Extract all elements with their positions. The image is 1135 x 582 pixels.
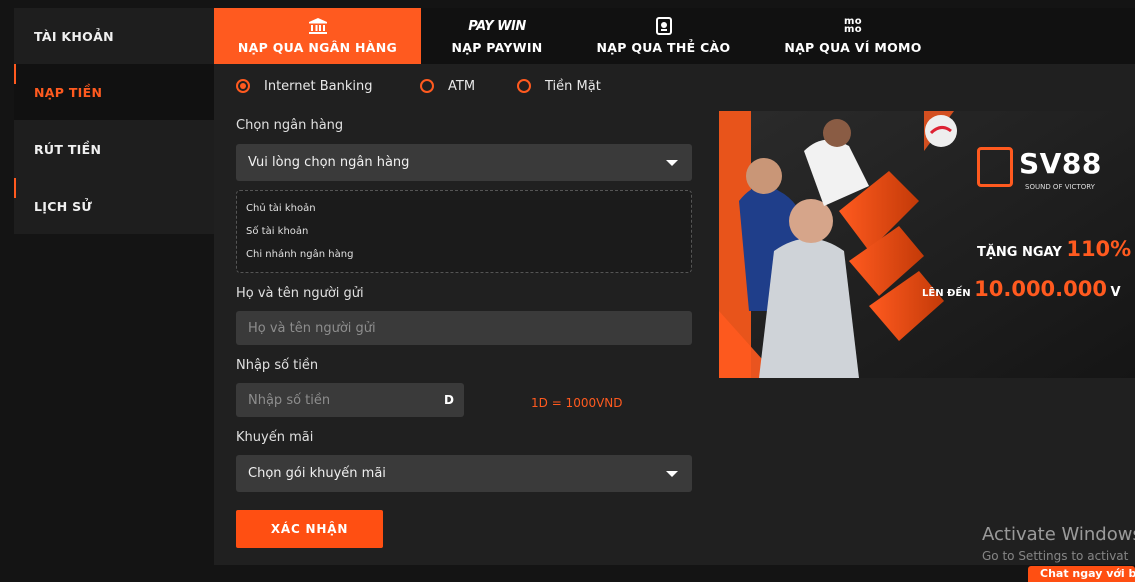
currency-suffix: D	[444, 393, 454, 407]
tab-momo[interactable]: mo mo NẠP QUA VÍ MOMO	[754, 8, 952, 64]
promotion-label: Khuyến mãi	[236, 430, 314, 445]
promo-line-2-value: 10.000.000	[974, 277, 1107, 301]
momo-logo-icon: mo mo	[844, 16, 862, 36]
activate-windows-subtitle: Go to Settings to activat	[982, 549, 1129, 563]
tab-scratch-card[interactable]: NẠP QUA THẺ CÀO	[573, 8, 754, 64]
sidebar-item-label: TÀI KHOẢN	[34, 28, 114, 44]
brand-tagline: SOUND OF VICTORY	[1025, 183, 1095, 191]
bank-select[interactable]: Vui lòng chọn ngân hàng	[236, 144, 692, 181]
activate-windows-watermark: Activate Windows	[982, 524, 1135, 545]
promotion-select-value: Chọn gói khuyến mãi	[248, 466, 386, 481]
sidebar-item-withdraw[interactable]: RÚT TIỀN	[14, 121, 214, 177]
promo-line-1-prefix: TẶNG NGAY	[977, 245, 1062, 260]
radio-checked-icon	[236, 79, 250, 93]
sidebar-item-label: LỊCH SỬ	[34, 198, 93, 214]
radio-label: ATM	[448, 78, 476, 94]
chevron-down-icon	[666, 159, 678, 166]
card-icon	[655, 16, 672, 36]
tab-label: NẠP QUA NGÂN HÀNG	[237, 40, 398, 55]
sidebar-item-history[interactable]: LỊCH SỬ	[14, 178, 214, 234]
confirm-button[interactable]: XÁC NHẬN	[236, 510, 383, 548]
bank-icon	[308, 16, 328, 36]
radio-label: Internet Banking	[264, 78, 373, 94]
account-owner-text: Chủ tài khoản	[246, 203, 316, 214]
divider-marker	[14, 178, 16, 198]
sidebar-item-label: NẠP TIỀN	[34, 84, 103, 100]
radio-icon	[517, 79, 531, 93]
confirm-button-label: XÁC NHẬN	[270, 522, 349, 536]
sender-name-placeholder: Họ và tên người gửi	[248, 320, 376, 336]
radio-atm[interactable]: ATM	[420, 76, 475, 96]
amount-placeholder: Nhập số tiền	[248, 392, 331, 408]
promo-banner[interactable]: SV88 SOUND OF VICTORY TẶNG NGAY 110% LÊN…	[719, 111, 1135, 378]
amount-label: Nhập số tiền	[236, 358, 319, 373]
active-marker	[14, 64, 16, 84]
bank-branch-text: Chi nhánh ngân hàng	[246, 249, 354, 260]
sidebar: TÀI KHOẢN NẠP TIỀN RÚT TIỀN LỊCH SỬ	[14, 8, 214, 234]
bank-label: Chọn ngân hàng	[236, 118, 344, 133]
chat-now-button[interactable]: Chat ngay với b	[1028, 566, 1135, 582]
radio-cash[interactable]: Tiền Mặt	[517, 76, 601, 96]
tab-label: NẠP QUA THẺ CÀO	[596, 40, 731, 55]
sender-name-label: Họ và tên người gửi	[236, 286, 364, 301]
promo-line-1: TẶNG NGAY 110%	[977, 237, 1131, 261]
radio-internet-banking[interactable]: Internet Banking	[236, 76, 373, 96]
paywin-logo-icon: PAY WIN	[468, 18, 526, 34]
tab-label: NẠP PAYWIN	[451, 40, 543, 55]
momo-logo-bottom: mo	[844, 24, 862, 35]
promo-line-1-value: 110%	[1066, 237, 1132, 261]
tab-paywin[interactable]: PAY WIN NẠP PAYWIN	[421, 8, 573, 64]
sv88-logo-icon	[977, 147, 1013, 187]
chevron-down-icon	[666, 470, 678, 477]
bank-select-value: Vui lòng chọn ngân hàng	[248, 155, 410, 170]
amount-input[interactable]: Nhập số tiền D	[236, 383, 464, 417]
promo-line-2-prefix: LÊN ĐẾN	[922, 288, 971, 299]
tab-bank-deposit[interactable]: NẠP QUA NGÂN HÀNG	[214, 8, 421, 64]
deposit-method-tabs: NẠP QUA NGÂN HÀNG PAY WIN NẠP PAYWIN NẠP…	[214, 8, 1135, 64]
promotion-select[interactable]: Chọn gói khuyến mãi	[236, 455, 692, 492]
sender-name-input[interactable]: Họ và tên người gửi	[236, 311, 692, 345]
account-number-text: Số tài khoản	[246, 226, 309, 237]
bank-info-box: Chủ tài khoản Số tài khoản Chi nhánh ngâ…	[236, 190, 692, 273]
brand-logo: SV88	[1019, 147, 1102, 180]
promo-line-2: LÊN ĐẾN 10.000.000 V	[922, 277, 1121, 301]
sidebar-item-deposit[interactable]: NẠP TIỀN	[14, 64, 214, 120]
promo-line-2-suffix: V	[1110, 285, 1121, 300]
sidebar-item-account[interactable]: TÀI KHOẢN	[14, 8, 214, 64]
radio-label: Tiền Mặt	[545, 78, 601, 94]
tab-label: NẠP QUA VÍ MOMO	[784, 40, 922, 55]
sidebar-item-label: RÚT TIỀN	[34, 141, 102, 157]
radio-icon	[420, 79, 434, 93]
exchange-rate-text: 1D = 1000VND	[531, 396, 623, 410]
